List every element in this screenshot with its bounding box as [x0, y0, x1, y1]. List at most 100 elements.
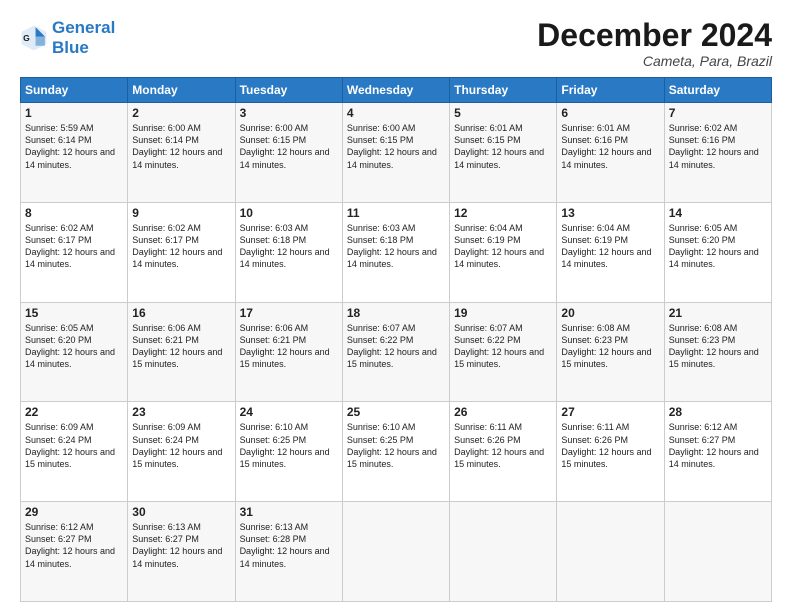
- day-number: 14: [669, 206, 767, 220]
- cell-info: Sunrise: 6:06 AMSunset: 6:21 PMDaylight:…: [132, 322, 230, 371]
- day-cell-15: 15Sunrise: 6:05 AMSunset: 6:20 PMDayligh…: [21, 302, 128, 402]
- day-cell-7: 7 Sunrise: 6:02 AMSunset: 6:16 PMDaylight…: [664, 103, 771, 203]
- cell-info: Sunrise: 6:02 AMSunset: 6:17 PMDaylight:…: [25, 222, 123, 271]
- day-cell-9: 9 Sunrise: 6:02 AMSunset: 6:17 PMDaylight…: [128, 202, 235, 302]
- weekday-tuesday: Tuesday: [235, 78, 342, 103]
- calendar-body: 1Sunrise: 5:59 AMSunset: 6:14 PMDaylight…: [21, 103, 772, 602]
- day-number: 13: [561, 206, 659, 220]
- calendar-table: SundayMondayTuesdayWednesdayThursdayFrid…: [20, 77, 772, 602]
- day-number: 4: [347, 106, 445, 120]
- empty-cell: [664, 502, 771, 602]
- week-row-1: 1Sunrise: 5:59 AMSunset: 6:14 PMDaylight…: [21, 103, 772, 203]
- day-number: 21: [669, 306, 767, 320]
- day-cell-17: 17 Sunrise: 6:06 AMSunset: 6:21 PMDayligh…: [235, 302, 342, 402]
- header: G General Blue December 2024 Cameta, Par…: [20, 18, 772, 69]
- day-number: 26: [454, 405, 552, 419]
- day-number: 9: [132, 206, 230, 220]
- cell-info: Sunrise: 6:08 AMSunset: 6:23 PMDaylight:…: [669, 322, 767, 371]
- day-number: 20: [561, 306, 659, 320]
- day-cell-23: 23Sunrise: 6:09 AMSunset: 6:24 PMDayligh…: [128, 402, 235, 502]
- cell-info: Sunrise: 6:12 AMSunset: 6:27 PMDaylight:…: [25, 521, 123, 570]
- day-cell-14: 14 Sunrise: 6:05 AMSunset: 6:20 PMDayligh…: [664, 202, 771, 302]
- day-number: 8: [25, 206, 123, 220]
- cell-info: Sunrise: 6:06 AMSunset: 6:21 PMDaylight:…: [240, 322, 338, 371]
- cell-info: Sunrise: 5:59 AMSunset: 6:14 PMDaylight:…: [25, 122, 123, 171]
- day-cell-2: 2 Sunrise: 6:00 AMSunset: 6:14 PMDaylight…: [128, 103, 235, 203]
- day-number: 31: [240, 505, 338, 519]
- location: Cameta, Para, Brazil: [537, 53, 772, 69]
- week-row-4: 22Sunrise: 6:09 AMSunset: 6:24 PMDayligh…: [21, 402, 772, 502]
- day-number: 18: [347, 306, 445, 320]
- cell-info: Sunrise: 6:04 AMSunset: 6:19 PMDaylight:…: [561, 222, 659, 271]
- cell-info: Sunrise: 6:03 AMSunset: 6:18 PMDaylight:…: [240, 222, 338, 271]
- day-cell-3: 3Sunrise: 6:00 AMSunset: 6:15 PMDaylight…: [235, 103, 342, 203]
- day-number: 19: [454, 306, 552, 320]
- day-number: 16: [132, 306, 230, 320]
- day-number: 23: [132, 405, 230, 419]
- logo-icon: G: [20, 24, 48, 52]
- day-cell-11: 11 Sunrise: 6:03 AMSunset: 6:18 PMDayligh…: [342, 202, 449, 302]
- day-number: 24: [240, 405, 338, 419]
- day-number: 25: [347, 405, 445, 419]
- week-row-2: 8 Sunrise: 6:02 AMSunset: 6:17 PMDaylight…: [21, 202, 772, 302]
- day-cell-28: 28 Sunrise: 6:12 AMSunset: 6:27 PMDayligh…: [664, 402, 771, 502]
- day-cell-27: 27Sunrise: 6:11 AMSunset: 6:26 PMDayligh…: [557, 402, 664, 502]
- empty-cell: [342, 502, 449, 602]
- cell-info: Sunrise: 6:00 AMSunset: 6:15 PMDaylight:…: [347, 122, 445, 171]
- week-row-3: 15Sunrise: 6:05 AMSunset: 6:20 PMDayligh…: [21, 302, 772, 402]
- logo: G General Blue: [20, 18, 115, 57]
- day-number: 5: [454, 106, 552, 120]
- day-cell-6: 6Sunrise: 6:01 AMSunset: 6:16 PMDaylight…: [557, 103, 664, 203]
- empty-cell: [450, 502, 557, 602]
- day-number: 10: [240, 206, 338, 220]
- day-number: 2: [132, 106, 230, 120]
- month-title: December 2024: [537, 18, 772, 53]
- weekday-thursday: Thursday: [450, 78, 557, 103]
- cell-info: Sunrise: 6:01 AMSunset: 6:15 PMDaylight:…: [454, 122, 552, 171]
- day-number: 27: [561, 405, 659, 419]
- page: G General Blue December 2024 Cameta, Par…: [0, 0, 792, 612]
- svg-text:G: G: [23, 33, 30, 43]
- cell-info: Sunrise: 6:05 AMSunset: 6:20 PMDaylight:…: [669, 222, 767, 271]
- cell-info: Sunrise: 6:08 AMSunset: 6:23 PMDaylight:…: [561, 322, 659, 371]
- cell-info: Sunrise: 6:00 AMSunset: 6:14 PMDaylight:…: [132, 122, 230, 171]
- day-cell-8: 8 Sunrise: 6:02 AMSunset: 6:17 PMDaylight…: [21, 202, 128, 302]
- day-cell-24: 24Sunrise: 6:10 AMSunset: 6:25 PMDayligh…: [235, 402, 342, 502]
- cell-info: Sunrise: 6:10 AMSunset: 6:25 PMDaylight:…: [347, 421, 445, 470]
- day-cell-12: 12Sunrise: 6:04 AMSunset: 6:19 PMDayligh…: [450, 202, 557, 302]
- day-cell-20: 20 Sunrise: 6:08 AMSunset: 6:23 PMDayligh…: [557, 302, 664, 402]
- day-cell-29: 29Sunrise: 6:12 AMSunset: 6:27 PMDayligh…: [21, 502, 128, 602]
- day-cell-22: 22Sunrise: 6:09 AMSunset: 6:24 PMDayligh…: [21, 402, 128, 502]
- day-cell-16: 16 Sunrise: 6:06 AMSunset: 6:21 PMDayligh…: [128, 302, 235, 402]
- logo-line1: General: [52, 18, 115, 38]
- day-number: 17: [240, 306, 338, 320]
- cell-info: Sunrise: 6:01 AMSunset: 6:16 PMDaylight:…: [561, 122, 659, 171]
- day-cell-19: 19 Sunrise: 6:07 AMSunset: 6:22 PMDayligh…: [450, 302, 557, 402]
- logo-line2: Blue: [52, 38, 115, 58]
- cell-info: Sunrise: 6:07 AMSunset: 6:22 PMDaylight:…: [347, 322, 445, 371]
- logo-text-block: General Blue: [52, 18, 115, 57]
- weekday-monday: Monday: [128, 78, 235, 103]
- day-number: 11: [347, 206, 445, 220]
- cell-info: Sunrise: 6:05 AMSunset: 6:20 PMDaylight:…: [25, 322, 123, 371]
- day-number: 7: [669, 106, 767, 120]
- day-cell-30: 30Sunrise: 6:13 AMSunset: 6:27 PMDayligh…: [128, 502, 235, 602]
- calendar-header: SundayMondayTuesdayWednesdayThursdayFrid…: [21, 78, 772, 103]
- day-cell-13: 13 Sunrise: 6:04 AMSunset: 6:19 PMDayligh…: [557, 202, 664, 302]
- cell-info: Sunrise: 6:00 AMSunset: 6:15 PMDaylight:…: [240, 122, 338, 171]
- weekday-sunday: Sunday: [21, 78, 128, 103]
- day-number: 28: [669, 405, 767, 419]
- cell-info: Sunrise: 6:12 AMSunset: 6:27 PMDaylight:…: [669, 421, 767, 470]
- cell-info: Sunrise: 6:07 AMSunset: 6:22 PMDaylight:…: [454, 322, 552, 371]
- cell-info: Sunrise: 6:02 AMSunset: 6:16 PMDaylight:…: [669, 122, 767, 171]
- weekday-friday: Friday: [557, 78, 664, 103]
- day-cell-10: 10 Sunrise: 6:03 AMSunset: 6:18 PMDayligh…: [235, 202, 342, 302]
- cell-info: Sunrise: 6:03 AMSunset: 6:18 PMDaylight:…: [347, 222, 445, 271]
- day-number: 30: [132, 505, 230, 519]
- day-cell-1: 1Sunrise: 5:59 AMSunset: 6:14 PMDaylight…: [21, 103, 128, 203]
- weekday-wednesday: Wednesday: [342, 78, 449, 103]
- cell-info: Sunrise: 6:02 AMSunset: 6:17 PMDaylight:…: [132, 222, 230, 271]
- day-cell-18: 18 Sunrise: 6:07 AMSunset: 6:22 PMDayligh…: [342, 302, 449, 402]
- day-cell-31: 31Sunrise: 6:13 AMSunset: 6:28 PMDayligh…: [235, 502, 342, 602]
- weekday-saturday: Saturday: [664, 78, 771, 103]
